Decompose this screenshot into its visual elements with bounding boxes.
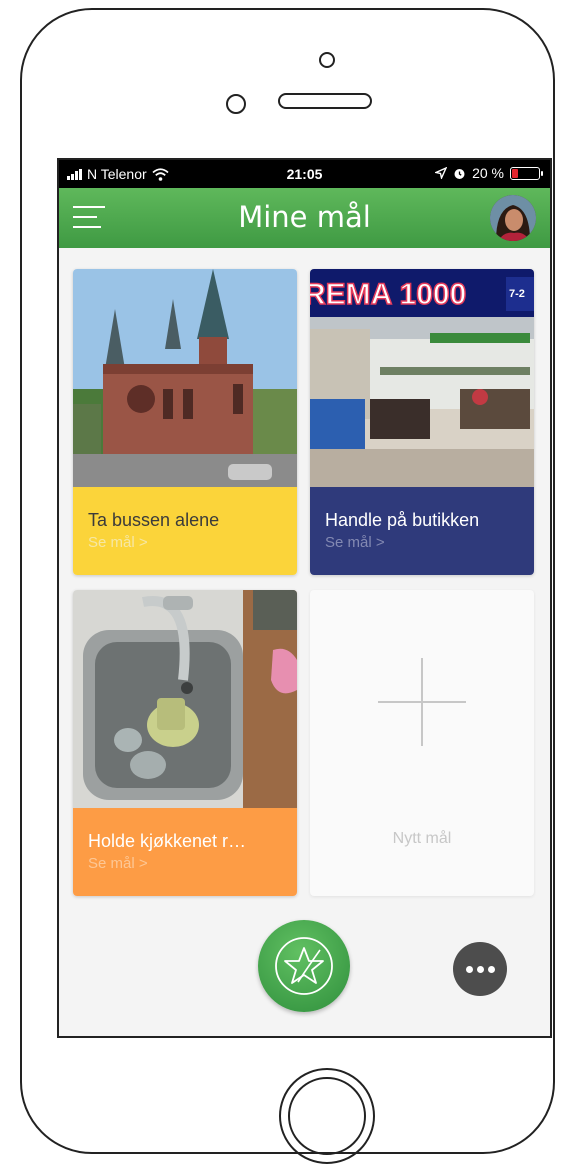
plus-icon — [378, 658, 466, 746]
goal-card-info: Handle på butikken Se mål > — [310, 487, 534, 575]
new-goal-label: Nytt mål — [392, 830, 452, 847]
goal-title: Handle på butikken — [325, 510, 480, 530]
goal-card-info: Ta bussen alene Se mål > — [73, 487, 297, 575]
goal-card-info: Holde kjøkkenet r… Se mål > — [73, 808, 297, 896]
star-icon — [275, 937, 333, 995]
goal-link[interactable]: Se mål > — [88, 534, 148, 551]
status-right: 20 % — [435, 165, 543, 181]
alarm-icon — [454, 168, 465, 179]
goal-card-bus[interactable]: Ta bussen alene Se mål > — [73, 269, 297, 575]
goal-title: Ta bussen alene — [88, 510, 220, 530]
new-goal-card[interactable]: Nytt mål — [310, 590, 534, 896]
user-avatar[interactable] — [490, 195, 536, 241]
rema-1000-store-photo: REMA 1000 7-2 — [310, 269, 534, 487]
store-hours-text: 7-2 — [509, 288, 525, 300]
goal-link[interactable]: Se mål > — [325, 534, 385, 551]
goal-card-store[interactable]: REMA 1000 7-2 Handle på butikken Se mål … — [310, 269, 534, 575]
app-screen: N Telenor 21:05 20 % Mine mål Ta bussen … — [57, 158, 552, 1038]
avatar-image — [490, 195, 536, 241]
more-dots-icon — [465, 965, 473, 973]
goals-star-button[interactable] — [258, 920, 350, 1012]
goal-title: Holde kjøkkenet r… — [88, 831, 247, 851]
earpiece-speaker — [278, 93, 372, 109]
home-button[interactable] — [279, 1068, 375, 1164]
status-bar: N Telenor 21:05 20 % — [59, 160, 550, 188]
location-arrow-icon — [435, 167, 448, 179]
church-photo — [73, 269, 297, 487]
goal-link[interactable]: Se mål > — [88, 855, 148, 872]
front-camera — [319, 52, 335, 68]
app-header: Mine mål — [59, 188, 550, 248]
more-options-button[interactable] — [453, 942, 507, 996]
battery-icon — [510, 166, 543, 180]
kitchen-sink-photo — [73, 590, 297, 808]
goal-card-kitchen[interactable]: Holde kjøkkenet r… Se mål > — [73, 590, 297, 896]
store-sign-text: REMA 1000 — [310, 278, 466, 311]
proximity-sensor — [226, 94, 246, 114]
battery-percent: 20 % — [472, 165, 504, 181]
page-title: Mine mål — [238, 200, 371, 234]
